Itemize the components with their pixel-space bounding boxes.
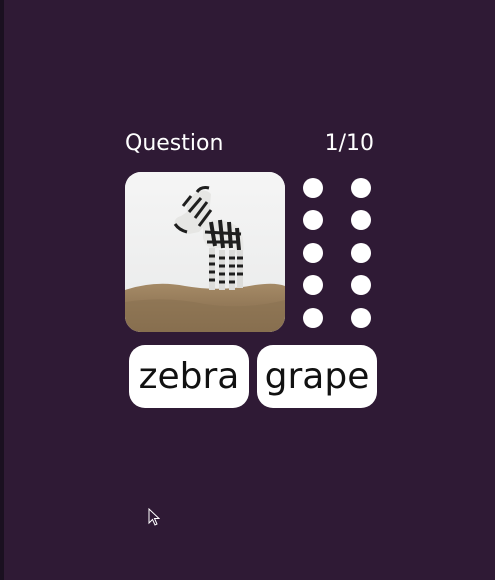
progress-dot bbox=[303, 242, 323, 263]
answer-button-grape[interactable]: grape bbox=[257, 345, 377, 408]
progress-dot bbox=[351, 275, 371, 296]
answer-button-zebra[interactable]: zebra bbox=[129, 345, 249, 408]
window-edge bbox=[0, 0, 4, 580]
progress-dot bbox=[351, 210, 371, 231]
progress-dot bbox=[303, 178, 323, 198]
progress-dots bbox=[303, 178, 373, 328]
progress-dot bbox=[303, 210, 323, 231]
question-image bbox=[125, 172, 285, 332]
progress-dot bbox=[351, 178, 371, 198]
question-label: Question bbox=[125, 131, 224, 156]
progress-dot bbox=[351, 307, 371, 328]
progress-dot bbox=[351, 242, 371, 263]
zebra-image-icon bbox=[125, 172, 285, 332]
question-progress: 1/10 bbox=[324, 131, 374, 156]
progress-dot bbox=[303, 307, 323, 328]
progress-dot bbox=[303, 275, 323, 296]
mouse-cursor-icon bbox=[148, 508, 160, 526]
